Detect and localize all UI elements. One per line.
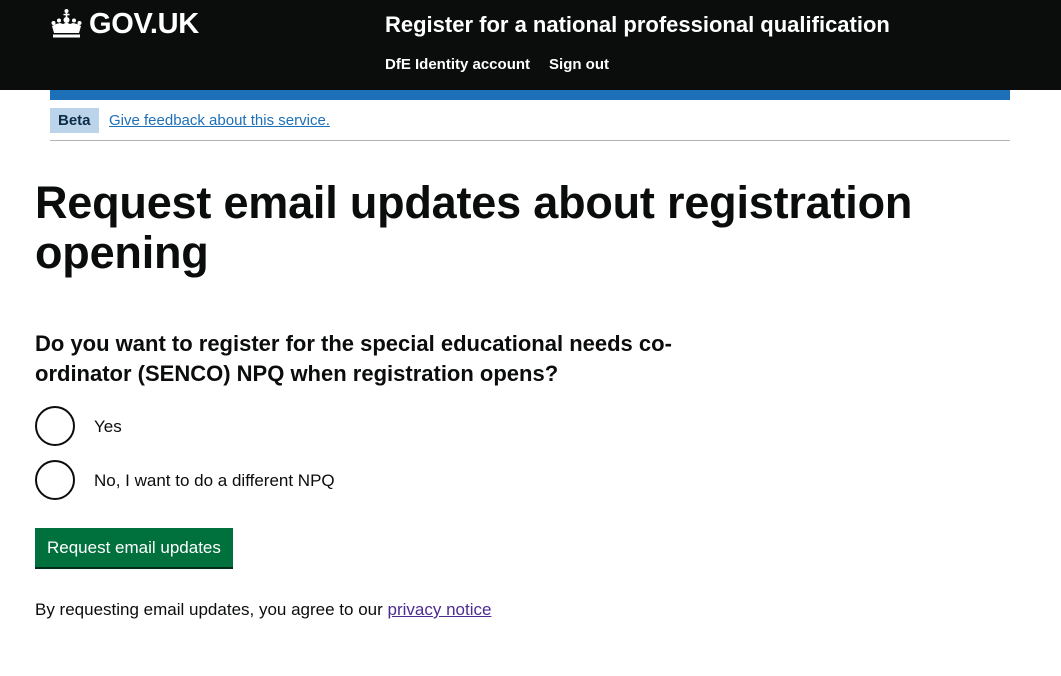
site-header: GOV.UK Register for a national professio… [0,0,1061,90]
crown-icon [51,9,82,38]
govuk-logo-link[interactable]: GOV.UK [50,5,199,43]
question-line-1: Do you want to register for the special … [35,331,672,356]
privacy-notice-link[interactable]: privacy notice [388,600,492,619]
page-title: Request email updates about registration… [35,178,995,278]
radio-no-input[interactable] [35,460,75,500]
radio-no-label[interactable]: No, I want to do a different NPQ [94,468,335,493]
notice-prefix: By requesting email updates, you agree t… [35,600,388,619]
page-title-line-1: Request email updates about registration [35,177,913,228]
radio-yes-label[interactable]: Yes [94,414,122,439]
main-content: Request email updates about registration… [35,178,995,622]
radio-group: Yes No, I want to do a different NPQ [35,406,995,500]
beta-tag: Beta [50,108,99,133]
radio-yes-input[interactable] [35,406,75,446]
nav-sign-out[interactable]: Sign out [549,55,609,75]
question-legend: Do you want to register for the special … [35,329,705,389]
privacy-notice-text: By requesting email updates, you agree t… [35,597,995,622]
header-navigation: DfE Identity account Sign out [385,55,609,75]
phase-banner: Beta Give feedback about this service. [50,108,1010,141]
page-title-line-2: opening [35,227,209,278]
radio-option-no[interactable]: No, I want to do a different NPQ [35,460,995,500]
header-blue-bar [50,90,1010,100]
feedback-link[interactable]: Give feedback about this service. [109,110,330,131]
logo-text: GOV.UK [89,8,199,40]
radio-option-yes[interactable]: Yes [35,406,995,446]
question-line-2: ordinator (SENCO) NPQ when registration … [35,361,559,386]
nav-dfe-identity-account[interactable]: DfE Identity account [385,55,530,75]
request-email-updates-button[interactable]: Request email updates [35,528,233,567]
service-name-link[interactable]: Register for a national professional qua… [385,9,890,41]
